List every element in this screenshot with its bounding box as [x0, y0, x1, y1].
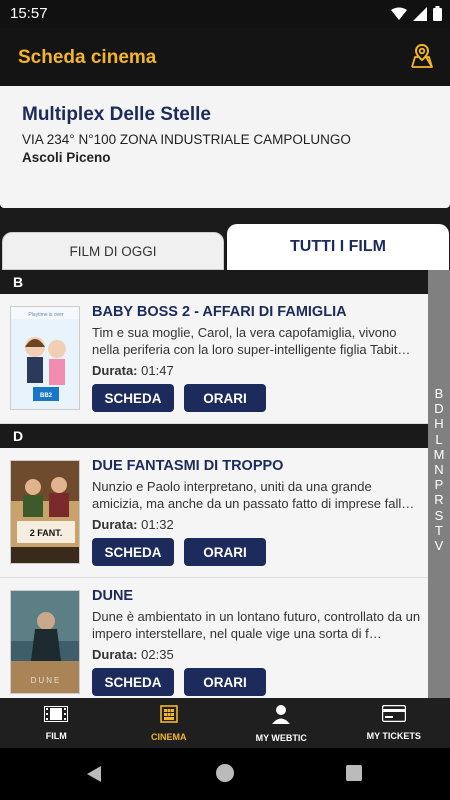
system-navigation-bar: [0, 748, 450, 800]
index-letter-l[interactable]: L: [435, 432, 442, 447]
nav-cinema-label: CINEMA: [151, 731, 187, 742]
battery-icon: [433, 6, 442, 26]
scheda-button[interactable]: SCHEDA: [92, 538, 174, 566]
index-letter-s[interactable]: S: [435, 508, 444, 523]
user-icon: [271, 704, 291, 729]
wifi-icon: [391, 7, 407, 26]
movie-duration: Durata: 02:35: [92, 647, 174, 662]
alphabet-index[interactable]: B D H L M N P R S T V: [428, 270, 450, 698]
page-title: Scheda cinema: [18, 47, 157, 68]
orari-button[interactable]: ORARI: [184, 538, 266, 566]
cinema-name: Multiplex Delle Stelle: [22, 104, 211, 125]
movie-title[interactable]: DUE FANTASMI DI TROPPO: [92, 458, 283, 474]
svg-text:Playtime is over: Playtime is over: [28, 312, 64, 318]
duration-value: 01:47: [141, 363, 174, 378]
movie-list[interactable]: B Playtime is over BB2 BABY BOSS 2 - AFF…: [0, 270, 428, 698]
nav-my-webtic[interactable]: MY WEBTIC: [225, 698, 338, 748]
index-letter-b[interactable]: B: [435, 386, 444, 401]
orari-button[interactable]: ORARI: [184, 668, 266, 696]
index-letter-p[interactable]: P: [435, 477, 444, 492]
movie-plot: Tim e sua moglie, Carol, la vera capofam…: [92, 325, 411, 357]
movie-duration: Durata: 01:32: [92, 517, 174, 532]
svg-text:2 FANT.: 2 FANT.: [30, 528, 63, 538]
movie-poster: Playtime is over BB2: [10, 306, 80, 410]
nav-film[interactable]: FILM: [0, 698, 113, 748]
movie-item[interactable]: Playtime is over BB2 BABY BOSS 2 - AFFAR…: [0, 294, 428, 424]
duration-value: 02:35: [141, 647, 174, 662]
movie-plot: Nunzio e Paolo interpretano, uniti da un…: [92, 479, 415, 511]
nav-my-tickets-label: MY TICKETS: [366, 731, 421, 741]
movie-item[interactable]: 2 FANT. DUE FANTASMI DI TROPPO Nunzio e …: [0, 448, 428, 578]
movie-poster: 2 FANT.: [10, 460, 80, 564]
svg-text:DUNE: DUNE: [31, 676, 62, 685]
svg-text:BB2: BB2: [40, 393, 53, 399]
cinema-address: VIA 234° N°100 ZONA INDUSTRIALE CAMPOLUN…: [22, 132, 351, 147]
index-letter-h[interactable]: H: [434, 416, 443, 431]
section-header-d: D: [0, 424, 428, 448]
home-icon[interactable]: [216, 764, 234, 782]
tab-tutti-i-film[interactable]: TUTTI I FILM: [227, 224, 449, 270]
cinema-building-icon: [159, 704, 178, 728]
film-tabs: FILM DI OGGI TUTTI I FILM: [0, 208, 450, 270]
nav-film-label: FILM: [45, 730, 67, 741]
index-letter-n[interactable]: N: [434, 462, 443, 477]
back-icon[interactable]: [86, 765, 102, 788]
duration-label: Durata:: [92, 517, 138, 532]
recent-apps-icon[interactable]: [346, 765, 362, 781]
signal-icon: [413, 6, 427, 26]
movie-item[interactable]: DUNE DUNE Dune è ambientato in un lontan…: [0, 578, 428, 698]
app-bar: Scheda cinema: [0, 28, 450, 86]
movie-title[interactable]: DUNE: [92, 588, 133, 604]
nav-my-webtic-label: MY WEBTIC: [255, 732, 307, 743]
movie-duration: Durata: 01:47: [92, 363, 174, 378]
orari-button[interactable]: ORARI: [184, 384, 266, 412]
duration-value: 01:32: [141, 517, 174, 532]
index-letter-v[interactable]: V: [435, 538, 444, 553]
duration-label: Durata:: [92, 647, 138, 662]
scheda-button[interactable]: SCHEDA: [92, 384, 174, 412]
index-letter-r[interactable]: R: [434, 492, 443, 507]
index-letter-t[interactable]: T: [435, 523, 443, 538]
nav-cinema[interactable]: CINEMA: [113, 698, 226, 748]
status-bar: 15:57: [0, 0, 450, 28]
film-strip-icon: [44, 705, 69, 727]
duration-label: Durata:: [92, 363, 138, 378]
status-time: 15:57: [10, 5, 48, 22]
cinema-city: Ascoli Piceno: [22, 150, 111, 165]
tab-film-di-oggi[interactable]: FILM DI OGGI: [2, 232, 224, 270]
cinema-info-card: Multiplex Delle Stelle VIA 234° N°100 ZO…: [0, 86, 450, 208]
bottom-navigation: FILM CINEMA MY WEBTIC MY TICKETS: [0, 698, 450, 748]
movie-plot: Dune è ambientato in un lontano futuro, …: [92, 609, 421, 641]
ticket-card-icon: [381, 704, 406, 727]
movie-title[interactable]: BABY BOSS 2 - AFFARI DI FAMIGLIA: [92, 304, 347, 320]
section-header-b: B: [0, 270, 428, 294]
nav-my-tickets[interactable]: MY TICKETS: [338, 698, 450, 748]
index-letter-m[interactable]: M: [434, 447, 445, 462]
map-icon[interactable]: [408, 42, 436, 70]
movie-poster: DUNE: [10, 590, 80, 694]
scheda-button[interactable]: SCHEDA: [92, 668, 174, 696]
index-letter-d[interactable]: D: [434, 401, 443, 416]
